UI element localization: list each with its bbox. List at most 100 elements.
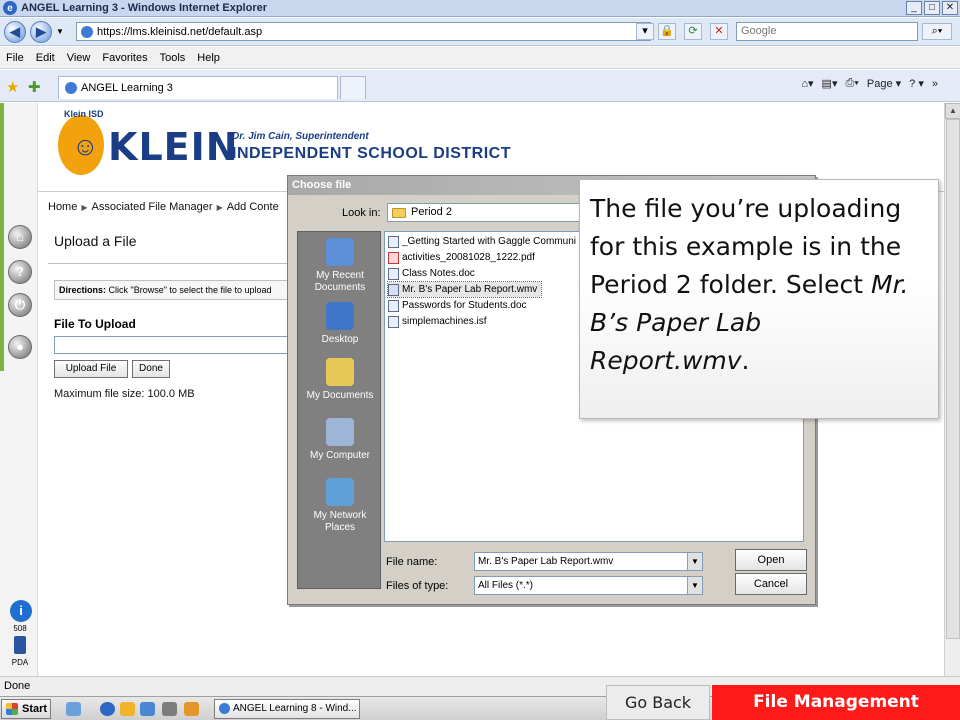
place-my-documents[interactable]: My Documents bbox=[298, 358, 382, 402]
breadcrumb-add-content[interactable]: Add Conte bbox=[227, 201, 279, 213]
place-label: My Computer bbox=[309, 450, 370, 461]
ie-logo-icon: e bbox=[3, 1, 17, 15]
page-menu-label: Page bbox=[866, 78, 893, 90]
look-in-label: Look in: bbox=[342, 207, 381, 219]
desktop-icon bbox=[326, 302, 354, 330]
maximize-icon[interactable]: □ bbox=[924, 1, 940, 15]
file-to-upload-label: File To Upload bbox=[54, 317, 136, 331]
document-icon bbox=[388, 267, 399, 280]
breadcrumb-home[interactable]: Home bbox=[48, 201, 77, 213]
minimize-icon[interactable]: _ bbox=[906, 1, 922, 15]
power-rail-icon[interactable]: ⏻ bbox=[8, 293, 32, 317]
logo-district: INDEPENDENT SCHOOL DISTRICT bbox=[232, 145, 511, 162]
forward-arrow-icon[interactable]: ▶ bbox=[30, 21, 52, 43]
menu-favorites[interactable]: Favorites bbox=[102, 52, 147, 64]
quicklaunch-clock-icon[interactable] bbox=[184, 702, 199, 716]
menu-tools[interactable]: Tools bbox=[160, 52, 186, 64]
done-button[interactable]: Done bbox=[132, 360, 170, 378]
menu-file[interactable]: File bbox=[6, 52, 24, 64]
file-name-input[interactable]: Mr. B's Paper Lab Report.wmv ▼ bbox=[474, 552, 703, 571]
upload-file-button[interactable]: Upload File bbox=[54, 360, 128, 378]
print-icon[interactable]: ⎙▾ bbox=[845, 77, 858, 90]
history-dropdown-icon[interactable]: ▼ bbox=[56, 27, 64, 36]
refresh-icon[interactable]: ⟳ bbox=[684, 23, 702, 40]
rail-accent bbox=[0, 103, 4, 371]
list-item[interactable]: activities_20081028_1222.pdf bbox=[388, 250, 539, 265]
folder-icon bbox=[392, 207, 406, 218]
taskbar-window-button[interactable]: ANGEL Learning 8 - Wind... bbox=[214, 699, 360, 719]
stop-icon[interactable]: ✕ bbox=[710, 23, 728, 40]
help-rail-icon[interactable]: ? bbox=[8, 260, 32, 284]
quicklaunch-tools-icon[interactable] bbox=[162, 702, 177, 716]
place-network-places[interactable]: My Network Places bbox=[298, 478, 382, 534]
page-icon bbox=[65, 82, 77, 94]
quicklaunch-app-icon[interactable] bbox=[140, 702, 155, 716]
list-item[interactable]: Class Notes.doc bbox=[388, 266, 479, 281]
breadcrumb-file-manager[interactable]: Associated File Manager bbox=[92, 201, 213, 213]
ie-logo-icon bbox=[219, 703, 230, 714]
video-file-icon bbox=[388, 283, 399, 296]
accessibility-icon[interactable]: i bbox=[10, 600, 32, 622]
list-item[interactable]: _Getting Started with Gaggle Communi bbox=[388, 234, 580, 249]
chevron-down-icon[interactable]: ▼ bbox=[687, 553, 702, 570]
expand-icon[interactable]: » bbox=[932, 78, 938, 90]
page-scrollbar[interactable]: ▲ bbox=[944, 103, 960, 676]
tab-angel-learning[interactable]: ANGEL Learning 3 bbox=[58, 76, 338, 99]
document-icon bbox=[388, 235, 399, 248]
back-arrow-icon[interactable]: ◀ bbox=[4, 21, 26, 43]
logo-person-icon: ☺ bbox=[72, 131, 99, 161]
breadcrumb: Home ▶ Associated File Manager ▶ Add Con… bbox=[48, 201, 279, 213]
address-input[interactable]: https://lms.kleinisd.net/default.asp bbox=[76, 22, 651, 41]
search-icon[interactable]: ⌕▾ bbox=[922, 23, 952, 40]
address-dropdown-icon[interactable]: ▾ bbox=[636, 23, 654, 40]
quicklaunch-ie-icon[interactable] bbox=[100, 702, 115, 716]
lock-icon[interactable]: 🔒 bbox=[658, 23, 676, 40]
user-rail-icon[interactable]: ● bbox=[8, 335, 32, 359]
quicklaunch-messenger-icon[interactable] bbox=[120, 702, 135, 716]
list-item[interactable]: Mr. B's Paper Lab Report.wmv bbox=[386, 281, 543, 298]
scroll-thumb[interactable] bbox=[946, 119, 960, 639]
files-of-type-select[interactable]: All Files (*.*) ▼ bbox=[474, 576, 703, 595]
home-icon[interactable]: ⌂▾ bbox=[801, 77, 813, 90]
menu-edit[interactable]: Edit bbox=[36, 52, 55, 64]
rail-pda-label: PDA bbox=[11, 658, 29, 667]
home-rail-icon[interactable]: ⌂ bbox=[8, 225, 32, 249]
add-favorite-icon[interactable]: ✚ bbox=[28, 78, 41, 96]
recent-documents-icon bbox=[326, 238, 354, 266]
file-to-upload-input[interactable] bbox=[54, 336, 288, 354]
tab-label: ANGEL Learning 3 bbox=[81, 82, 173, 94]
file-name: Mr. B's Paper Lab Report.wmv bbox=[402, 284, 538, 295]
close-icon[interactable]: ✕ bbox=[942, 1, 958, 15]
open-button[interactable]: Open bbox=[735, 549, 807, 571]
chevron-down-icon[interactable]: ▼ bbox=[687, 577, 702, 594]
place-my-computer[interactable]: My Computer bbox=[298, 418, 382, 462]
start-button[interactable]: Start bbox=[1, 699, 51, 719]
menu-help[interactable]: Help bbox=[197, 52, 220, 64]
scroll-up-icon[interactable]: ▲ bbox=[945, 103, 960, 119]
windows-logo-icon bbox=[6, 703, 18, 715]
search-input[interactable]: Google bbox=[736, 22, 918, 41]
list-item[interactable]: Passwords for Students.doc bbox=[388, 298, 531, 313]
places-bar: My Recent Documents Desktop My Documents… bbox=[297, 231, 381, 589]
favorites-star-icon[interactable]: ★ bbox=[6, 78, 19, 96]
feeds-icon[interactable]: ▤▾ bbox=[822, 77, 838, 90]
title-divider bbox=[48, 263, 288, 264]
page-menu[interactable]: Page ▾ bbox=[867, 77, 901, 90]
look-in-select[interactable]: Period 2 bbox=[387, 203, 587, 222]
file-management-button[interactable]: File Management bbox=[712, 685, 960, 720]
list-item[interactable]: simplemachines.isf bbox=[388, 314, 490, 329]
place-desktop[interactable]: Desktop bbox=[298, 302, 382, 346]
pdf-icon bbox=[388, 251, 399, 264]
quicklaunch-email-icon[interactable] bbox=[66, 702, 81, 716]
breadcrumb-arrow-icon: ▶ bbox=[216, 202, 223, 212]
go-back-button[interactable]: Go Back bbox=[606, 685, 710, 720]
place-recent-documents[interactable]: My Recent Documents bbox=[298, 238, 382, 294]
new-tab-button[interactable] bbox=[340, 76, 366, 99]
tools-menu[interactable]: ? ▾ bbox=[909, 77, 924, 90]
logo-mark: Klein ISD bbox=[64, 109, 104, 119]
cancel-button[interactable]: Cancel bbox=[735, 573, 807, 595]
my-computer-icon bbox=[326, 418, 354, 446]
breadcrumb-arrow-icon: ▶ bbox=[81, 202, 88, 212]
pda-icon[interactable] bbox=[14, 636, 26, 654]
menu-view[interactable]: View bbox=[67, 52, 91, 64]
